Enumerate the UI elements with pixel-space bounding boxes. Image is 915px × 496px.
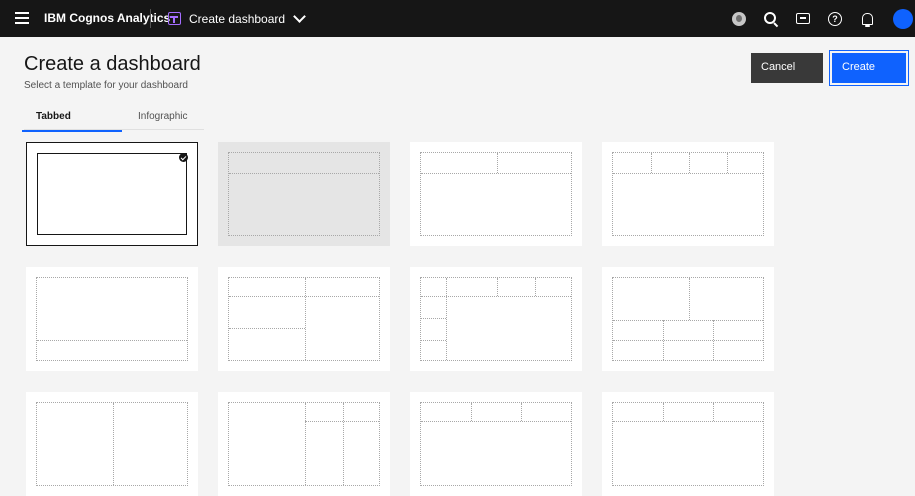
notification-button[interactable] bbox=[851, 0, 883, 37]
template-preview bbox=[612, 277, 764, 361]
help-icon: ? bbox=[828, 11, 842, 26]
context-switcher[interactable]: Create dashboard bbox=[168, 9, 306, 28]
create-button[interactable]: Create bbox=[829, 50, 909, 86]
search-icon bbox=[764, 11, 776, 24]
topbar-divider bbox=[150, 9, 151, 28]
template-card-header-three-alt[interactable] bbox=[602, 392, 774, 496]
globe-icon bbox=[732, 11, 746, 26]
tab-underline bbox=[24, 129, 204, 130]
template-preview bbox=[420, 277, 572, 361]
template-card-header-two[interactable] bbox=[410, 142, 582, 246]
template-preview bbox=[420, 152, 572, 236]
chat-icon bbox=[796, 13, 810, 24]
user-button[interactable] bbox=[883, 0, 915, 37]
hamburger-menu-icon[interactable] bbox=[15, 12, 29, 24]
template-card-header-single[interactable] bbox=[218, 142, 390, 246]
template-card-side-panels[interactable] bbox=[410, 267, 582, 371]
template-card-header-four[interactable] bbox=[602, 142, 774, 246]
context-label: Create dashboard bbox=[189, 11, 286, 26]
template-preview bbox=[228, 277, 380, 361]
template-card-mixed-right[interactable] bbox=[218, 392, 390, 496]
template-card-header-three[interactable] bbox=[410, 392, 582, 496]
notification-icon bbox=[861, 12, 873, 27]
chevron-down-icon bbox=[293, 10, 306, 23]
template-card-two-column[interactable] bbox=[26, 392, 198, 496]
template-preview bbox=[36, 402, 188, 486]
search-button[interactable] bbox=[755, 0, 787, 37]
template-preview bbox=[37, 153, 187, 235]
top-bar: IBM Cognos Analytics Create dashboard ? bbox=[0, 0, 915, 37]
page-title: Create a dashboard bbox=[24, 53, 201, 75]
topbar-actions: ? bbox=[723, 0, 915, 37]
tab-infographic[interactable]: Infographic bbox=[124, 111, 201, 130]
template-preview bbox=[36, 277, 188, 361]
template-card-split-left[interactable] bbox=[218, 267, 390, 371]
help-button[interactable]: ? bbox=[819, 0, 851, 37]
cancel-button[interactable]: Cancel bbox=[751, 53, 823, 83]
checkmark-icon bbox=[179, 153, 188, 162]
template-card-grid-bottom[interactable] bbox=[602, 267, 774, 371]
chat-button[interactable] bbox=[787, 0, 819, 37]
template-preview bbox=[420, 402, 572, 486]
template-card-footer[interactable] bbox=[26, 267, 198, 371]
template-preview bbox=[612, 402, 764, 486]
product-name: IBM Cognos Analytics bbox=[44, 11, 171, 25]
template-preview bbox=[228, 152, 380, 236]
template-preview bbox=[612, 152, 764, 236]
globe-button[interactable] bbox=[723, 0, 755, 37]
template-preview bbox=[228, 402, 380, 486]
dashboard-icon bbox=[168, 12, 181, 25]
page-subtitle: Select a template for your dashboard bbox=[24, 80, 188, 91]
user-avatar-icon bbox=[893, 8, 913, 29]
template-card-blank[interactable] bbox=[26, 142, 198, 246]
